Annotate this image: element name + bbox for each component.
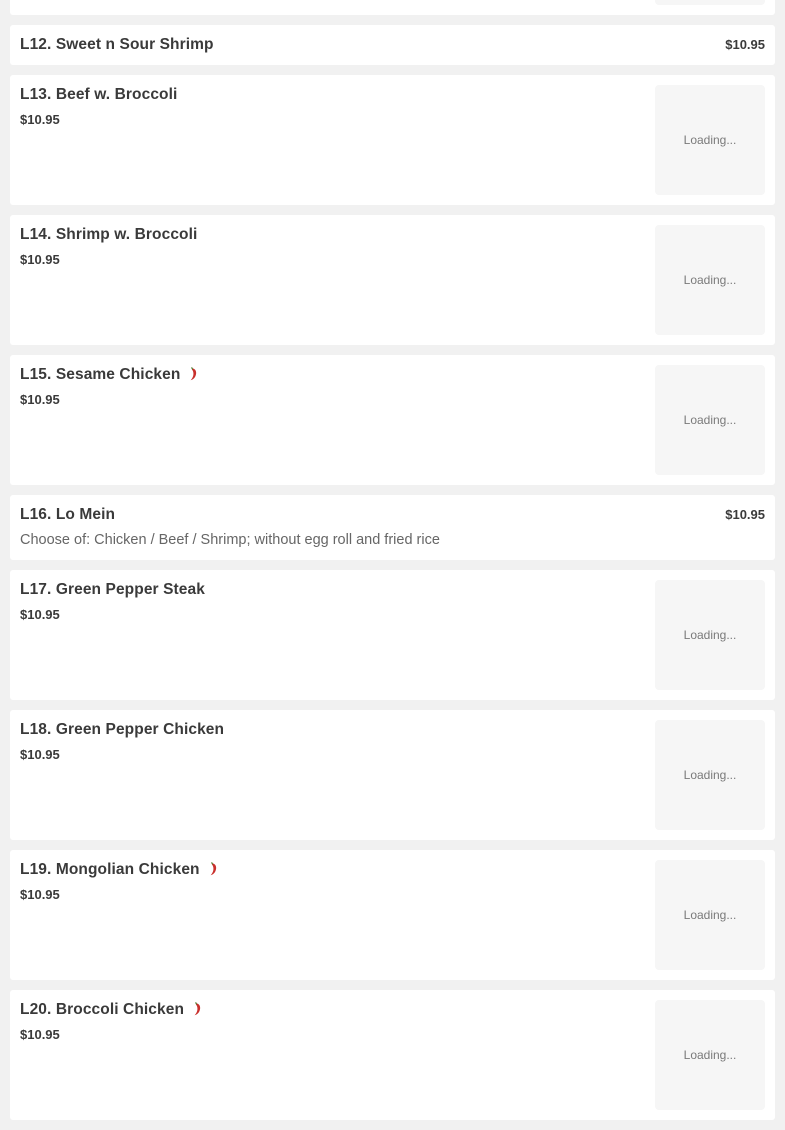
menu-item-card[interactable]: L13. Beef w. Broccoli $10.95 Loading...: [10, 75, 775, 205]
item-name: L16. Lo Mein: [20, 506, 115, 524]
item-image-placeholder: Loading...: [655, 860, 765, 970]
item-name: L15. Sesame Chicken: [20, 366, 199, 384]
item-image-placeholder: Loading...: [655, 580, 765, 690]
item-name: L20. Broccoli Chicken: [20, 1001, 203, 1019]
item-name-text: L17. Green Pepper Steak: [20, 581, 205, 598]
item-price: $10.95: [725, 37, 765, 52]
item-image-placeholder: Loading...: [655, 1000, 765, 1110]
item-name-text: L14. Shrimp w. Broccoli: [20, 226, 198, 243]
item-name-text: L20. Broccoli Chicken: [20, 1001, 185, 1018]
menu-item-card[interactable]: L15. Sesame Chicken $10.95 Loading...: [10, 355, 775, 485]
item-image-placeholder: [655, 0, 765, 5]
item-price: $10.95: [20, 252, 60, 267]
item-price: $10.95: [20, 1027, 60, 1042]
item-price: $10.95: [725, 507, 765, 522]
item-name: L19. Mongolian Chicken: [20, 861, 219, 879]
item-name-text: L16. Lo Mein: [20, 506, 116, 523]
item-image-placeholder: Loading...: [655, 720, 765, 830]
item-price: $10.95: [20, 887, 60, 902]
item-name: L17. Green Pepper Steak: [20, 581, 205, 599]
menu-item-card[interactable]: L19. Mongolian Chicken $10.95 Loading...: [10, 850, 775, 980]
item-name: L13. Beef w. Broccoli: [20, 86, 177, 104]
item-price: $10.95: [20, 747, 60, 762]
item-name-text: L13. Beef w. Broccoli: [20, 86, 178, 103]
item-description: Choose of: Chicken / Beef / Shrimp; with…: [20, 532, 440, 548]
item-name: L14. Shrimp w. Broccoli: [20, 226, 197, 244]
item-price: $10.95: [20, 607, 60, 622]
chili-pepper-icon: [193, 1002, 203, 1016]
menu-item-list: L12. Sweet n Sour Shrimp $10.95 L13. Bee…: [10, 0, 775, 1130]
item-name-text: L12. Sweet n Sour Shrimp: [20, 36, 214, 53]
menu-item-card[interactable]: L16. Lo Mein $10.95 Choose of: Chicken /…: [10, 495, 775, 560]
chili-pepper-icon: [209, 862, 219, 876]
item-name-text: L18. Green Pepper Chicken: [20, 721, 225, 738]
item-name: L18. Green Pepper Chicken: [20, 721, 224, 739]
item-price: $10.95: [20, 392, 60, 407]
item-image-placeholder: Loading...: [655, 225, 765, 335]
item-name-text: L19. Mongolian Chicken: [20, 861, 200, 878]
menu-item-card[interactable]: L17. Green Pepper Steak $10.95 Loading..…: [10, 570, 775, 700]
menu-item-card[interactable]: L14. Shrimp w. Broccoli $10.95 Loading..…: [10, 215, 775, 345]
item-price: $10.95: [20, 112, 60, 127]
item-image-placeholder: Loading...: [655, 365, 765, 475]
menu-item-card[interactable]: L12. Sweet n Sour Shrimp $10.95: [10, 25, 775, 65]
menu-item-card[interactable]: L18. Green Pepper Chicken $10.95 Loading…: [10, 710, 775, 840]
item-name-text: L15. Sesame Chicken: [20, 366, 181, 383]
item-image-placeholder: Loading...: [655, 85, 765, 195]
menu-item-card[interactable]: [10, 0, 775, 15]
item-name: L12. Sweet n Sour Shrimp: [20, 36, 214, 54]
chili-pepper-icon: [189, 367, 199, 381]
menu-item-card[interactable]: L20. Broccoli Chicken $10.95 Loading...: [10, 990, 775, 1120]
